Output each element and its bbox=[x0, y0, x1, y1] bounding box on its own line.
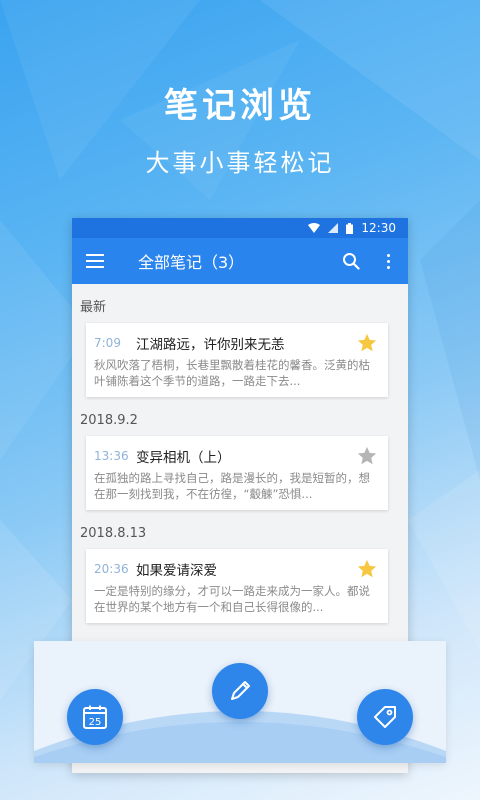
battery-icon bbox=[346, 222, 354, 234]
wifi-icon bbox=[308, 223, 321, 233]
tag-icon bbox=[374, 706, 396, 728]
note-card[interactable]: 13:36 变异相机（上） 在孤独的路上寻找自己，路是漫长的，我是短暂的，想在那… bbox=[86, 436, 388, 510]
note-title: 江湖路远，许你别来无恙 bbox=[136, 337, 285, 353]
calendar-day: 25 bbox=[89, 717, 102, 728]
star-icon[interactable] bbox=[356, 558, 378, 580]
group-date-label: 2018.9.2 bbox=[80, 413, 138, 428]
note-preview: 秋风吹落了梧桐，长巷里飘散着桂花的馨香。泛黄的枯叶铺陈着这个季节的道路，一路走下… bbox=[94, 358, 370, 388]
note-title: 变异相机（上） bbox=[136, 450, 231, 466]
hero-title: 笔记浏览 bbox=[164, 86, 316, 126]
hero-subtitle: 大事小事轻松记 bbox=[145, 149, 335, 177]
search-icon[interactable] bbox=[336, 246, 366, 276]
star-icon[interactable] bbox=[356, 332, 378, 354]
note-time: 20:36 bbox=[94, 562, 129, 576]
note-card[interactable]: 7:09 江湖路远，许你别来无恙 秋风吹落了梧桐，长巷里飘散着桂花的馨香。泛黄的… bbox=[86, 323, 388, 397]
note-title: 如果爱请深爱 bbox=[136, 563, 217, 579]
app-bar: 全部笔记（3） bbox=[72, 238, 408, 284]
pen-icon bbox=[231, 681, 250, 700]
app-bar-title: 全部笔记（3） bbox=[138, 253, 245, 272]
status-bar: 12:30 bbox=[72, 218, 408, 238]
tag-button[interactable] bbox=[357, 689, 413, 745]
signal-icon bbox=[328, 223, 339, 233]
note-time: 13:36 bbox=[94, 449, 129, 463]
menu-icon[interactable] bbox=[86, 251, 110, 271]
note-preview: 一定是特别的缘分，才可以一路走来成为一家人。都说在世界的某个地方有一个和自己长得… bbox=[94, 584, 370, 614]
group-date-label: 最新 bbox=[80, 300, 107, 315]
more-vert-icon[interactable] bbox=[378, 246, 398, 276]
note-time: 7:09 bbox=[94, 336, 121, 350]
star-icon[interactable] bbox=[356, 445, 378, 467]
group-date-label: 2018.8.13 bbox=[80, 526, 147, 541]
note-list: 最新 7:09 江湖路远，许你别来无恙 秋风吹落了梧桐，长巷里飘散着桂花的馨香。… bbox=[72, 284, 408, 623]
note-preview: 在孤独的路上寻找自己，路是漫长的，我是短暂的，想在那一刻找到我，不在彷徨，“觳觫… bbox=[94, 471, 370, 501]
new-note-button[interactable] bbox=[212, 663, 268, 719]
calendar-button[interactable]: 25 bbox=[67, 689, 123, 745]
note-card[interactable]: 20:36 如果爱请深爱 一定是特别的缘分，才可以一路走来成为一家人。都说在世界… bbox=[86, 549, 388, 623]
calendar-icon: 25 bbox=[83, 705, 107, 729]
status-time: 12:30 bbox=[361, 221, 396, 235]
